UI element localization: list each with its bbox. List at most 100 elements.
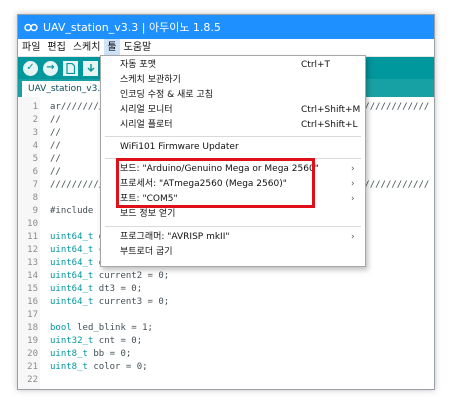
title-bar: UAV_station_v3.3 | 아두이노 1.8.5 bbox=[18, 15, 434, 39]
code-line: 22 bbox=[18, 374, 434, 387]
menu-item-fix-encoding[interactable]: 인코딩 수정 & 새로 고침 bbox=[101, 88, 365, 103]
new-file-icon[interactable] bbox=[63, 60, 78, 76]
menu-item-archive-sketch[interactable]: 스케치 보관하기 bbox=[101, 73, 365, 88]
menu-item-auto-format[interactable]: 자동 포맷 Ctrl+T bbox=[101, 58, 365, 73]
code-line: 21 uint8_t color = 0; bbox=[18, 361, 434, 374]
code-rest: dt3 = 0; bbox=[93, 284, 143, 294]
code-text: // bbox=[50, 128, 61, 138]
code-rest: current2 = 0; bbox=[93, 271, 170, 281]
line-number: 21 bbox=[27, 362, 38, 372]
code-text: // bbox=[50, 115, 61, 125]
line-number: 4 bbox=[32, 141, 38, 151]
code-text: uint64_t dt3 = 0; bbox=[50, 283, 142, 296]
code-rest: led_blink = 1; bbox=[71, 323, 153, 333]
line-number: 12 bbox=[27, 245, 38, 255]
code-type-keyword: uint64_t bbox=[50, 297, 94, 307]
menu-edit[interactable]: 편집 bbox=[44, 39, 68, 56]
line-number: 2 bbox=[32, 115, 38, 125]
menu-item-label: 보드 정보 얻기 bbox=[120, 209, 176, 219]
code-text: uint8_t bb = 0; bbox=[50, 348, 131, 361]
code-line: 17 bbox=[18, 309, 434, 322]
code-type-keyword: uint64_t bbox=[50, 271, 94, 281]
code-text: bool led_blink = 1; bbox=[50, 322, 153, 335]
line-number: 17 bbox=[27, 310, 38, 320]
menu-separator bbox=[105, 136, 361, 137]
line-number: 22 bbox=[27, 375, 38, 385]
code-text: uint64_t current3 = 0; bbox=[50, 296, 169, 309]
menu-item-shortcut: Ctrl+Shift+M bbox=[301, 105, 361, 115]
menu-sketch[interactable]: 스케치 bbox=[70, 39, 104, 56]
menu-help[interactable]: 도움말 bbox=[121, 39, 155, 56]
code-type-keyword: uint8_t bbox=[50, 362, 88, 372]
code-type-keyword: uint64_t bbox=[50, 232, 94, 242]
menu-file[interactable]: 파일 bbox=[19, 39, 43, 56]
code-line: 15 uint64_t dt3 = 0; bbox=[18, 283, 434, 296]
menu-item-label: 자동 포맷 bbox=[120, 60, 156, 70]
code-text: // bbox=[50, 167, 61, 177]
verify-icon[interactable]: ✓ bbox=[23, 60, 38, 76]
code-rest: color = 0; bbox=[87, 362, 148, 372]
upload-icon[interactable]: → bbox=[43, 60, 58, 76]
code-text: uint8_t color = 0; bbox=[50, 361, 148, 374]
line-number: 14 bbox=[27, 271, 38, 281]
code-type-keyword: uint64_t bbox=[50, 258, 94, 268]
line-number: 19 bbox=[27, 336, 38, 346]
menu-item-programmer[interactable]: 프로그래머: "AVRISP mkII" › bbox=[101, 230, 365, 245]
code-type-keyword: uint64_t bbox=[50, 284, 94, 294]
code-rest: current3 = 0; bbox=[93, 297, 170, 307]
line-number: 1 bbox=[32, 102, 38, 112]
menu-item-serial-plotter[interactable]: 시리얼 플로터 Ctrl+Shift+L bbox=[101, 118, 365, 133]
code-line: 16 uint64_t current3 = 0; bbox=[18, 296, 434, 309]
chevron-right-icon: › bbox=[351, 164, 355, 174]
code-line: 19 uint32_t cnt = 0; bbox=[18, 335, 434, 348]
code-line: 20 uint8_t bb = 0; bbox=[18, 348, 434, 361]
chevron-right-icon: › bbox=[351, 179, 355, 189]
code-text: // bbox=[50, 154, 61, 164]
red-highlight-box bbox=[116, 158, 315, 208]
menu-item-shortcut: Ctrl+T bbox=[301, 60, 331, 70]
code-type-keyword: bool bbox=[50, 323, 72, 333]
menu-tools[interactable]: 툴 bbox=[104, 39, 120, 56]
code-text: // bbox=[50, 141, 61, 151]
line-number: 3 bbox=[32, 128, 38, 138]
menu-item-label: 프로그래머: "AVRISP mkII" bbox=[120, 232, 230, 242]
code-rest: bb = 0; bbox=[87, 349, 132, 359]
menu-item-board-info[interactable]: 보드 정보 얻기 bbox=[101, 207, 365, 222]
line-number: 5 bbox=[32, 154, 38, 164]
menu-item-label: 시리얼 플로터 bbox=[120, 120, 173, 130]
line-number: 18 bbox=[27, 323, 38, 333]
line-number: 8 bbox=[32, 193, 38, 203]
menu-item-burn-bootloader[interactable]: 부트로더 굽기 bbox=[101, 245, 365, 260]
line-number: 20 bbox=[27, 349, 38, 359]
code-text: uint64_t current2 = 0; bbox=[50, 270, 169, 283]
arduino-logo-icon bbox=[24, 23, 38, 32]
window-title: UAV_station_v3.3 | 아두이노 1.8.5 bbox=[43, 21, 221, 34]
line-number: 7 bbox=[32, 180, 38, 190]
line-number: 13 bbox=[27, 258, 38, 268]
open-icon[interactable] bbox=[83, 60, 98, 76]
line-number: 16 bbox=[27, 297, 38, 307]
menu-item-shortcut: Ctrl+Shift+L bbox=[301, 120, 358, 130]
menu-item-label: WiFi101 Firmware Updater bbox=[120, 142, 239, 152]
chevron-right-icon: › bbox=[351, 194, 355, 204]
code-text: uint32_t cnt = 0; bbox=[50, 335, 142, 348]
line-number: 6 bbox=[32, 167, 38, 177]
code-type-keyword: uint8_t bbox=[50, 349, 88, 359]
menu-item-serial-monitor[interactable]: 시리얼 모니터 Ctrl+Shift+M bbox=[101, 103, 365, 118]
line-number: 9 bbox=[32, 206, 38, 216]
line-number: 11 bbox=[27, 232, 38, 242]
line-number: 10 bbox=[27, 219, 38, 229]
menu-item-label: 부트로더 굽기 bbox=[120, 247, 173, 257]
menu-separator bbox=[105, 226, 361, 227]
menu-item-label: 인코딩 수정 & 새로 고침 bbox=[120, 90, 213, 100]
code-type-keyword: uint32_t bbox=[50, 336, 94, 346]
menu-item-label: 시리얼 모니터 bbox=[120, 105, 173, 115]
code-line: 18 bool led_blink = 1; bbox=[18, 322, 434, 335]
menu-item-label: 스케치 보관하기 bbox=[120, 75, 181, 85]
menu-item-wifi-updater[interactable]: WiFi101 Firmware Updater bbox=[101, 140, 365, 155]
code-line: 14 uint64_t current2 = 0; bbox=[18, 270, 434, 283]
line-number: 15 bbox=[27, 284, 38, 294]
code-rest: cnt = 0; bbox=[93, 336, 143, 346]
chevron-right-icon: › bbox=[351, 232, 355, 242]
code-type-keyword: uint64_t bbox=[50, 245, 94, 255]
